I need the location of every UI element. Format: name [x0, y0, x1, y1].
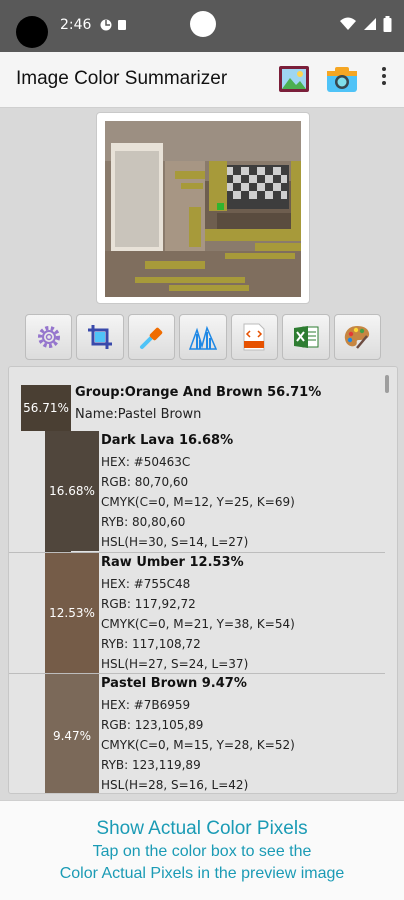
color-ryb: RYB: 123,119,89: [101, 758, 201, 772]
footer-hint: Show Actual Color Pixels Tap on the colo…: [0, 800, 404, 900]
overflow-menu-button[interactable]: [374, 66, 394, 94]
footer-line-1: Tap on the color box to see the: [92, 843, 312, 860]
color-rgb: RGB: 80,70,60: [101, 475, 189, 489]
color-ryb: RYB: 117,108,72: [101, 637, 201, 651]
signal-icon: [364, 18, 376, 30]
image-gallery-icon: [279, 66, 309, 92]
group-color-swatch[interactable]: 56.71%: [21, 385, 71, 431]
color-cmyk: CMYK(C=0, M=15, Y=28, K=52): [101, 738, 295, 752]
color-cmyk: CMYK(C=0, M=21, Y=38, K=54): [101, 617, 295, 631]
footer-title: Show Actual Color Pixels: [96, 818, 308, 839]
front-camera: [190, 11, 216, 37]
crop-icon: [88, 325, 113, 349]
color-title: Raw Umber 12.53%: [101, 555, 244, 570]
palette-button[interactable]: [333, 314, 381, 360]
color-percent: 16.68%: [49, 484, 95, 498]
group-title: Group:Orange And Brown 56.71%: [75, 385, 322, 400]
color-hex: HEX: #7B6959: [101, 698, 191, 712]
color-swatch[interactable]: 9.47%: [45, 674, 99, 793]
html-export-button[interactable]: [230, 314, 279, 360]
scrollbar-thumb[interactable]: [385, 375, 389, 393]
color-title: Pastel Brown 9.47%: [101, 676, 247, 691]
color-cmyk: CMYK(C=0, M=12, Y=25, K=69): [101, 495, 295, 509]
group-percent: 56.71%: [23, 401, 69, 415]
camera-cutout: [16, 16, 48, 48]
color-hsl: HSL(H=27, S=24, L=37): [101, 657, 249, 671]
gallery-button[interactable]: [278, 65, 310, 93]
html-file-icon: [243, 323, 265, 351]
color-rgb: RGB: 123,105,89: [101, 718, 204, 732]
tools-toolbar: [25, 314, 381, 360]
color-hsl: HSL(H=28, S=16, L=42): [101, 778, 249, 792]
notification-icons: [100, 18, 130, 35]
color-hex: HEX: #755C48: [101, 577, 191, 591]
color-results-panel[interactable]: 56.71% Group:Orange And Brown 56.71% Nam…: [8, 366, 398, 794]
color-percent: 9.47%: [52, 729, 92, 743]
color-swatch[interactable]: 12.53%: [45, 553, 99, 673]
footer-line-2: Color Actual Pixels in the preview image: [59, 865, 345, 882]
app-bar: Image Color Summarizer: [0, 52, 404, 108]
color-swatch[interactable]: 16.68%: [45, 431, 99, 551]
color-percent: 12.53%: [49, 606, 95, 620]
color-hex: HEX: #50463C: [101, 455, 191, 469]
histogram-button[interactable]: [179, 314, 227, 360]
status-time: 2:46: [60, 17, 92, 33]
histogram-icon: [188, 325, 217, 350]
system-icons: [339, 16, 392, 32]
crop-button[interactable]: [76, 314, 124, 360]
settings-button[interactable]: [25, 314, 73, 360]
preview-image-frame[interactable]: [96, 112, 310, 304]
color-picker-button[interactable]: [127, 314, 176, 360]
excel-icon: [293, 326, 319, 348]
palette-icon: [345, 326, 370, 349]
color-ryb: RYB: 80,80,60: [101, 515, 186, 529]
battery-icon: [383, 16, 392, 32]
status-bar: 2:46: [0, 0, 404, 52]
camera-button[interactable]: [326, 64, 358, 94]
color-rgb: RGB: 117,92,72: [101, 597, 196, 611]
gear-icon: [37, 326, 60, 348]
group-name: Name:Pastel Brown: [75, 407, 202, 422]
camera-icon: [327, 67, 357, 92]
app-title: Image Color Summarizer: [16, 68, 228, 89]
eyedropper-icon: [139, 327, 162, 349]
more-vert-icon: [382, 67, 386, 85]
preview-image[interactable]: [105, 121, 301, 297]
wifi-icon: [340, 17, 356, 30]
color-title: Dark Lava 16.68%: [101, 433, 234, 448]
excel-export-button[interactable]: [282, 314, 330, 360]
